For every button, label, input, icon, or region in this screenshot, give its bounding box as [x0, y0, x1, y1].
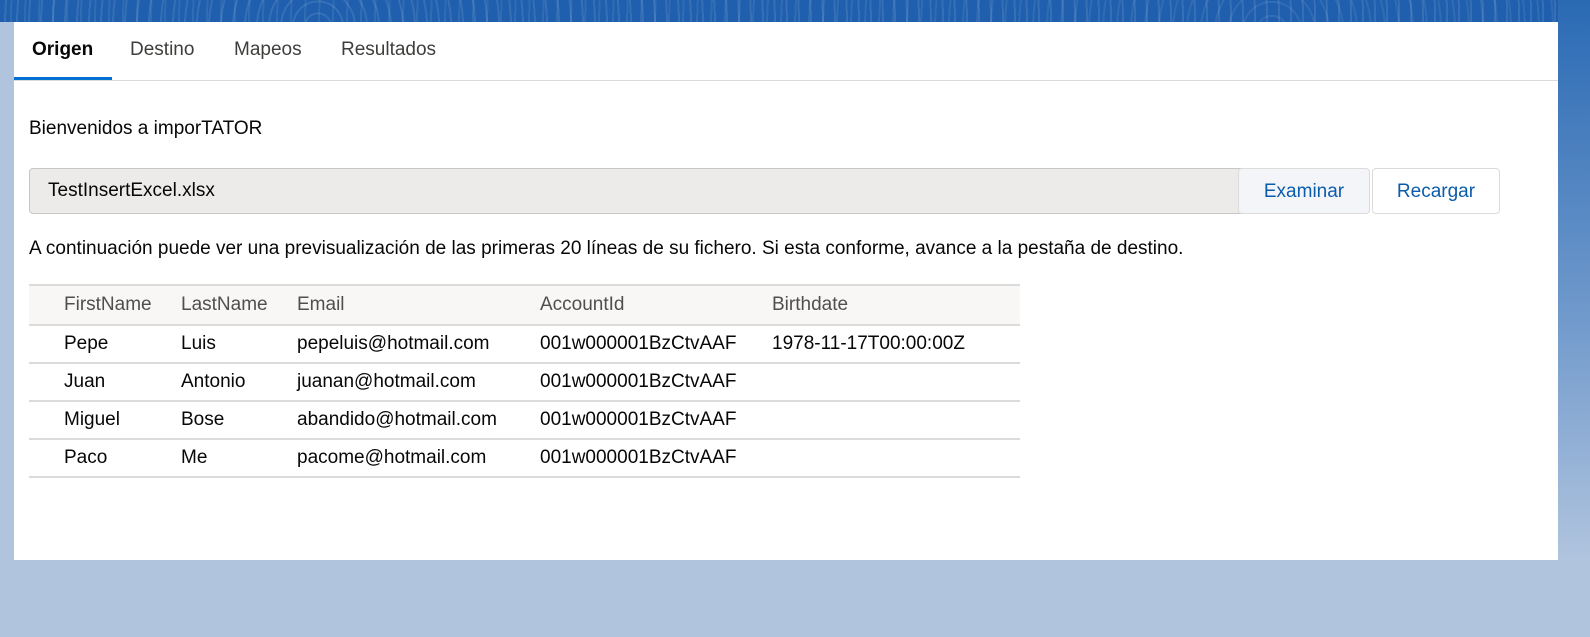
cell-email: pepeluis@hotmail.com	[297, 325, 540, 364]
row-spacer	[29, 401, 64, 440]
table-row: Juan Antonio juanan@hotmail.com 001w0000…	[29, 363, 1020, 402]
cell-accountid: 001w000001BzCtvAAF	[540, 325, 772, 364]
column-header-accountid: AccountId	[540, 285, 772, 326]
tab-origen[interactable]: Origen	[32, 22, 93, 80]
table-header-spacer	[29, 285, 64, 326]
table-header-row: FirstName LastName Email AccountId Birth…	[29, 285, 1020, 326]
reload-button[interactable]: Recargar	[1372, 168, 1500, 214]
cell-firstname: Paco	[64, 439, 181, 478]
welcome-heading: Bienvenidos a imporTATOR	[29, 118, 263, 139]
row-spacer	[29, 439, 64, 478]
table-row: Paco Me pacome@hotmail.com 001w000001BzC…	[29, 439, 1020, 478]
cell-lastname: Antonio	[181, 363, 297, 402]
tab-bar: Origen Destino Mapeos Resultados	[14, 22, 1558, 81]
background-banner	[0, 0, 1590, 22]
cell-lastname: Me	[181, 439, 297, 478]
cell-birthdate: 1978-11-17T00:00:00Z	[772, 325, 1020, 364]
cell-firstname: Pepe	[64, 325, 181, 364]
cell-accountid: 001w000001BzCtvAAF	[540, 401, 772, 440]
tab-destino[interactable]: Destino	[130, 22, 194, 80]
cell-lastname: Luis	[181, 325, 297, 364]
preview-table: FirstName LastName Email AccountId Birth…	[29, 284, 1020, 478]
cell-birthdate	[772, 363, 1020, 402]
cell-email: juanan@hotmail.com	[297, 363, 540, 402]
main-panel: Origen Destino Mapeos Resultados Bienven…	[14, 22, 1558, 560]
background-side	[1558, 0, 1590, 560]
tab-mapeos[interactable]: Mapeos	[234, 22, 302, 80]
column-header-lastname: LastName	[181, 285, 297, 326]
cell-lastname: Bose	[181, 401, 297, 440]
row-spacer	[29, 325, 64, 364]
cell-accountid: 001w000001BzCtvAAF	[540, 439, 772, 478]
column-header-birthdate: Birthdate	[772, 285, 1020, 326]
browse-button[interactable]: Examinar	[1238, 168, 1370, 214]
file-name-field[interactable]: TestInsertExcel.xlsx	[29, 168, 1256, 214]
active-tab-indicator	[14, 77, 112, 80]
cell-firstname: Juan	[64, 363, 181, 402]
column-header-firstname: FirstName	[64, 285, 181, 326]
table-row: Miguel Bose abandido@hotmail.com 001w000…	[29, 401, 1020, 440]
column-header-email: Email	[297, 285, 540, 326]
preview-info-text: A continuación puede ver una previsualiz…	[29, 238, 1184, 259]
cell-accountid: 001w000001BzCtvAAF	[540, 363, 772, 402]
row-spacer	[29, 363, 64, 402]
table-row: Pepe Luis pepeluis@hotmail.com 001w00000…	[29, 325, 1020, 364]
cell-email: pacome@hotmail.com	[297, 439, 540, 478]
cell-email: abandido@hotmail.com	[297, 401, 540, 440]
tab-resultados[interactable]: Resultados	[341, 22, 436, 80]
cell-firstname: Miguel	[64, 401, 181, 440]
cell-birthdate	[772, 439, 1020, 478]
cell-birthdate	[772, 401, 1020, 440]
